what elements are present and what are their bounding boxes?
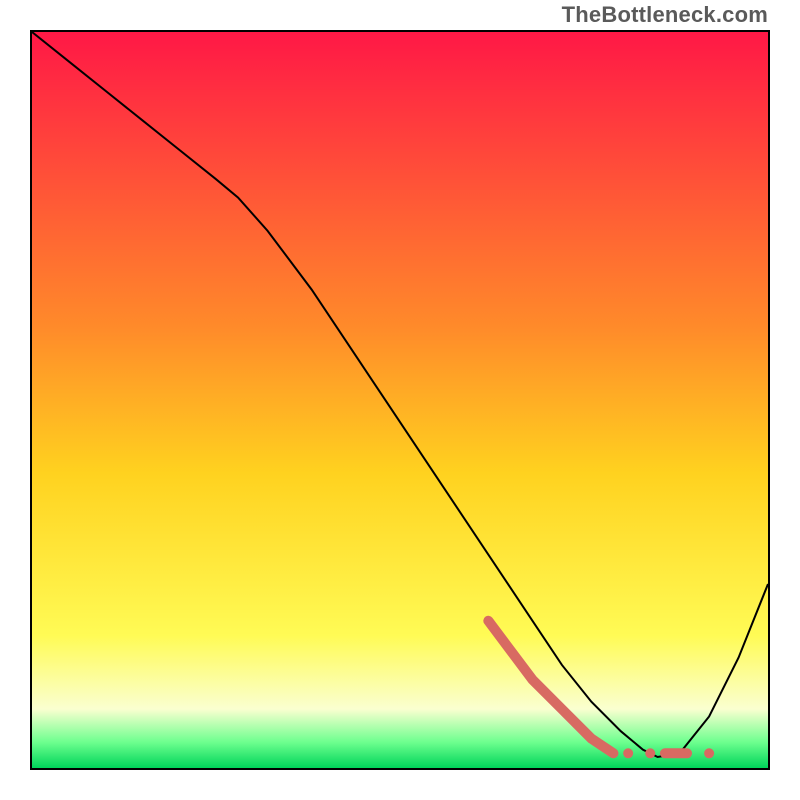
red-dot-2 [645,748,655,758]
red-dot-1 [623,748,633,758]
watermark-text: TheBottleneck.com [562,2,768,28]
red-highlight [488,621,613,753]
red-dot-3 [704,748,714,758]
chart-root: TheBottleneck.com [0,0,800,800]
black-curve [32,32,768,757]
plot-area [30,30,770,770]
curve-overlay [32,32,768,768]
